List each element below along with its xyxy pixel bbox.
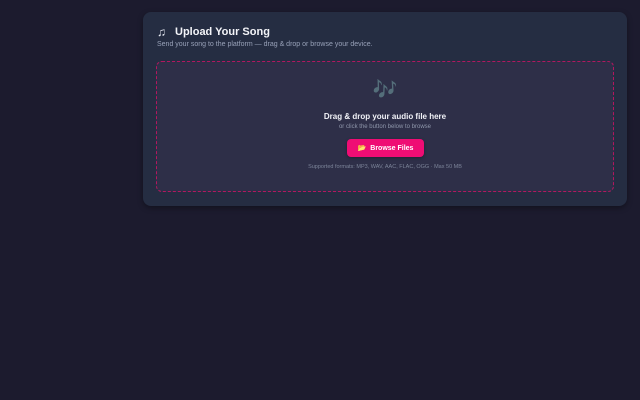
dropzone-heading: Drag & drop your audio file here: [323, 112, 447, 121]
file-dropzone[interactable]: 🎶 Drag & drop your audio file here or cl…: [156, 61, 614, 192]
music-note-icon: ♫: [157, 25, 166, 39]
browse-files-label: Browse Files: [370, 144, 414, 152]
music-notes-icon: 🎶: [372, 79, 398, 101]
browse-files-button[interactable]: 📂 Browse Files: [347, 139, 424, 157]
page-subtitle: Send your song to the platform — drag & …: [157, 41, 373, 48]
folder-icon: 📂: [357, 145, 367, 152]
supported-formats-note: Supported formats: MP3, WAV, AAC, FLAC, …: [308, 164, 462, 170]
dropzone-hint: or click the button below to browse: [338, 124, 432, 130]
page-title: Upload Your Song: [175, 25, 270, 38]
upload-card: ♫ Upload Your Song Send your song to the…: [143, 12, 627, 206]
card-header: ♫ Upload Your Song: [157, 26, 270, 38]
